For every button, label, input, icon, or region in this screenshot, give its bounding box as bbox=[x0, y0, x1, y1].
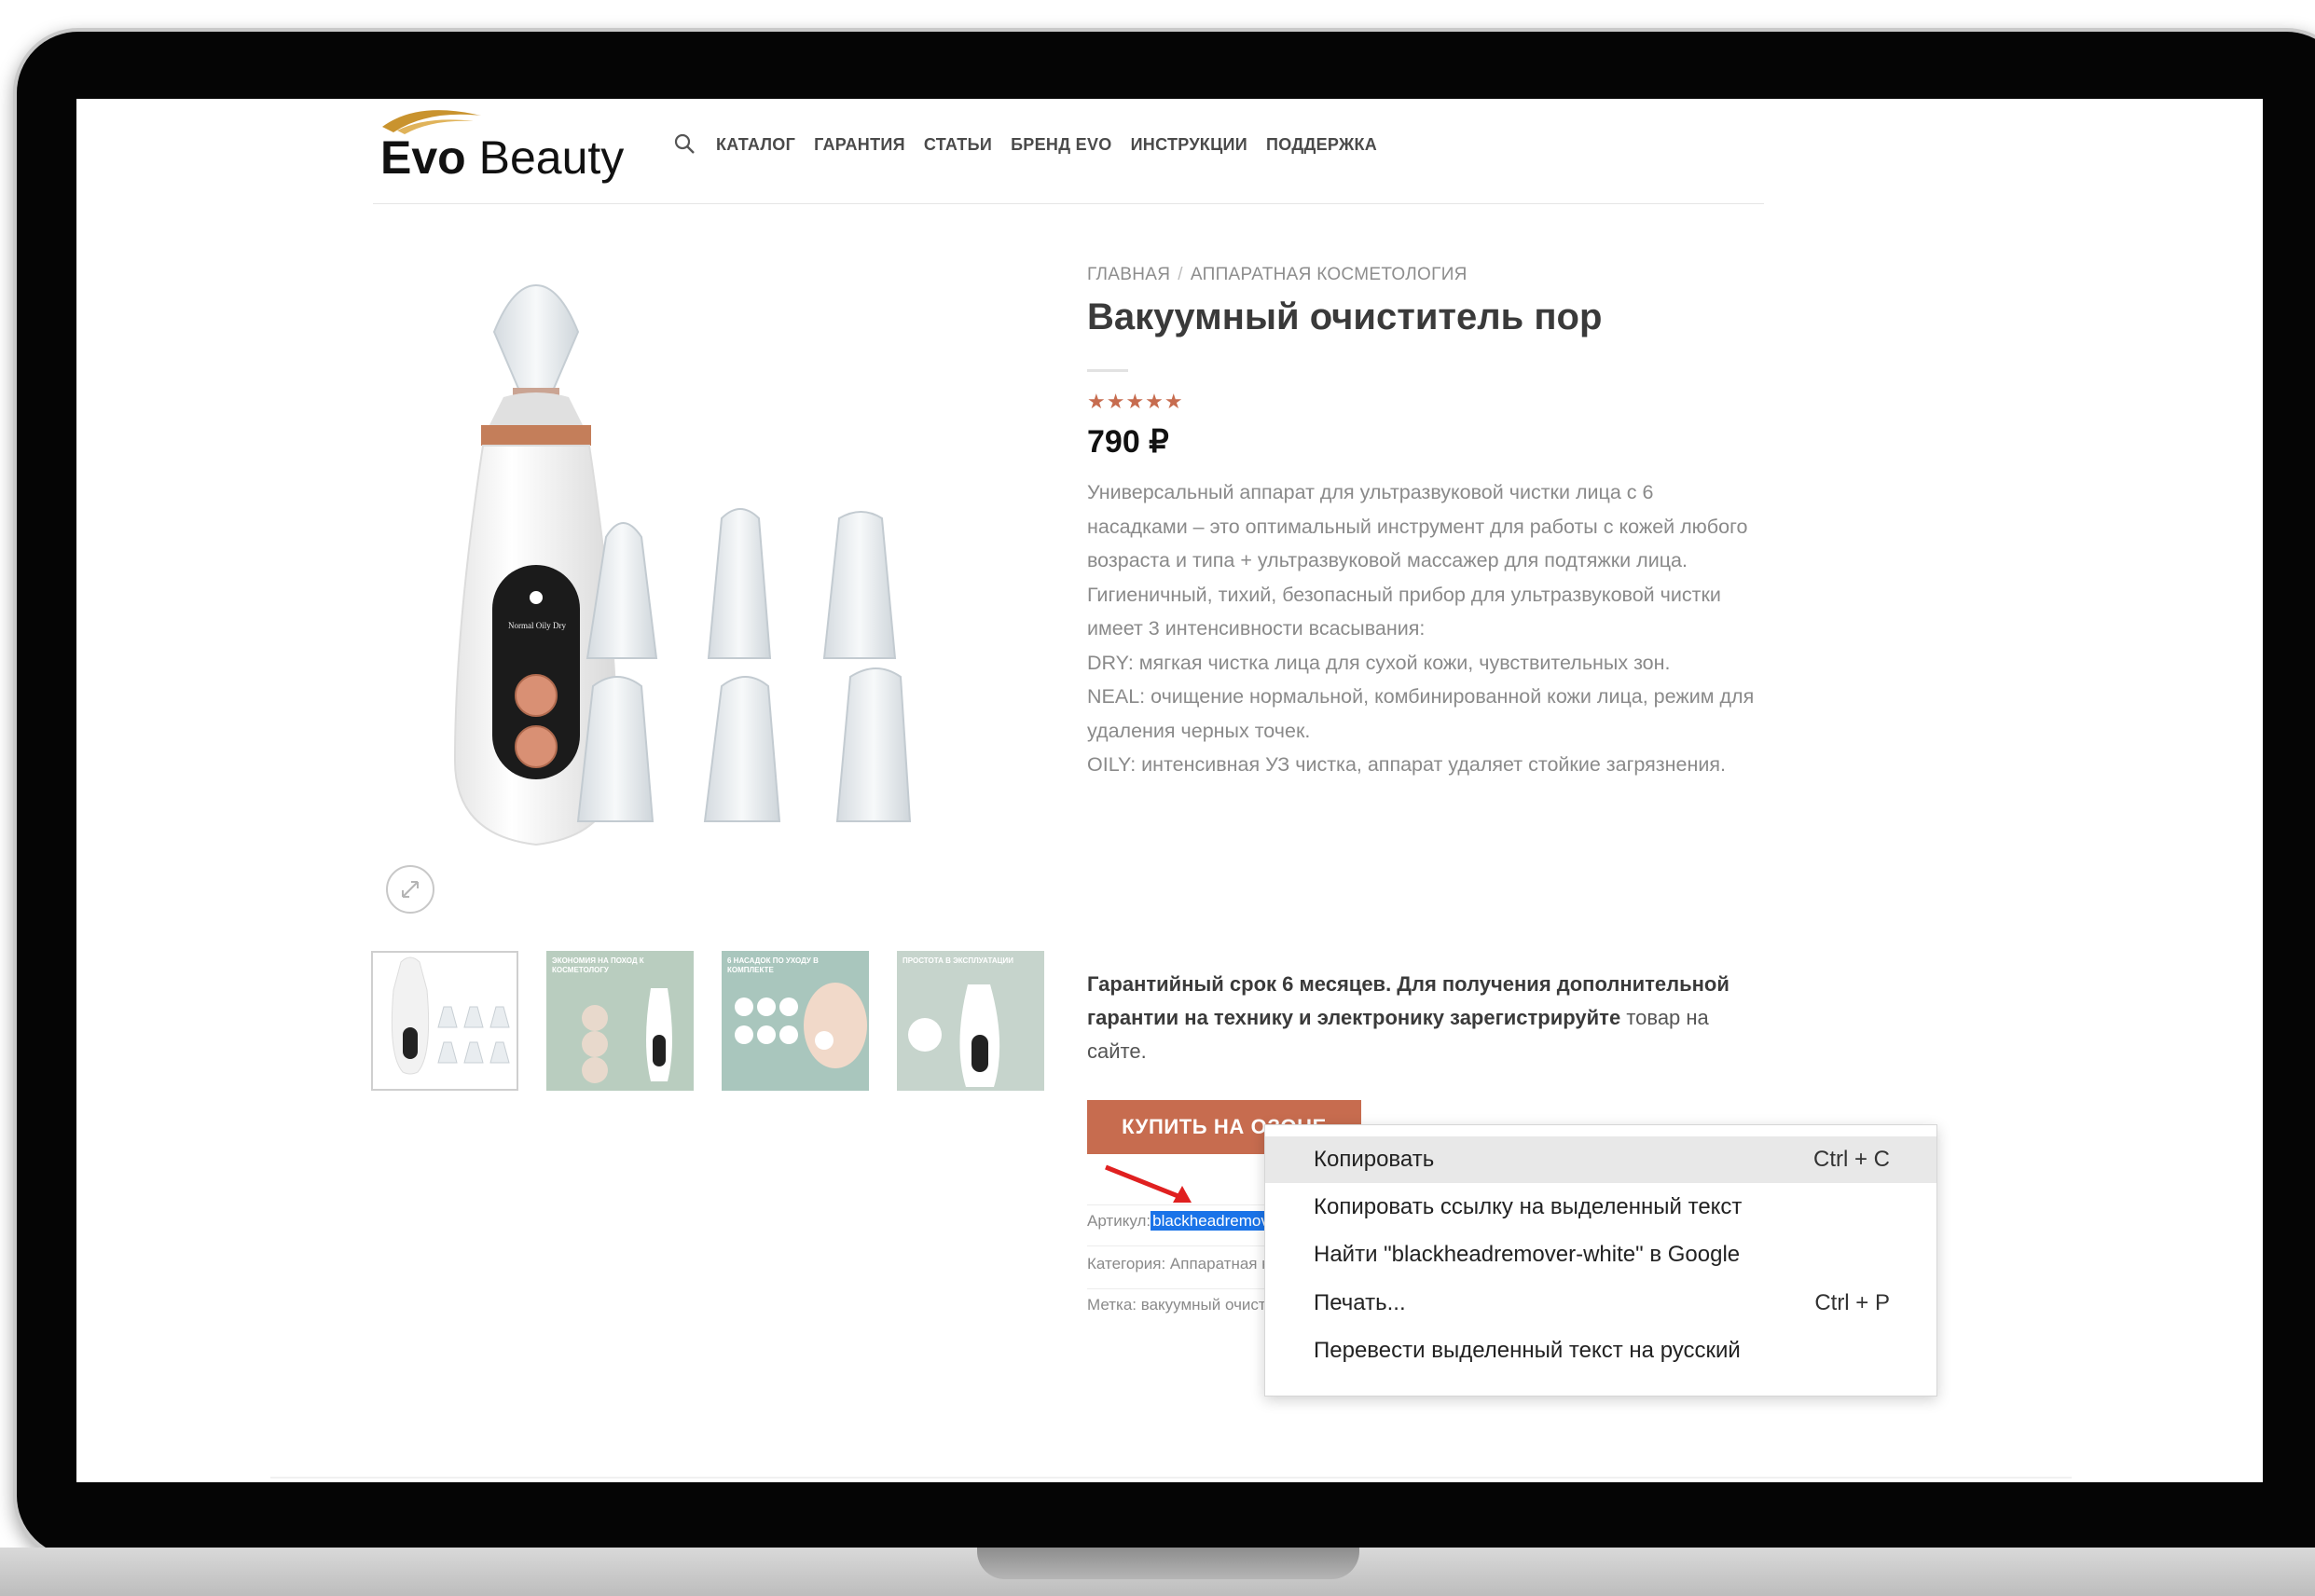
header-divider bbox=[373, 203, 1764, 204]
logo-bold-text: Evo bbox=[380, 131, 466, 184]
context-menu-copy-link[interactable]: Копировать ссылку на выделенный текст bbox=[1265, 1184, 1936, 1231]
nav-item-catalog[interactable]: КАТАЛОГ bbox=[716, 135, 795, 155]
product-main-image[interactable]: Normal Oily Dry bbox=[373, 276, 1044, 1022]
nav-item-instructions[interactable]: ИНСТРУКЦИИ bbox=[1131, 135, 1247, 155]
zoom-icon[interactable] bbox=[386, 865, 434, 914]
description-paragraph: Универсальный аппарат для ультразвуковой… bbox=[1087, 481, 1748, 640]
red-arrow-annotation bbox=[1105, 1164, 1192, 1203]
content-bottom-divider bbox=[270, 1477, 2072, 1479]
thumbnail-4[interactable]: ПРОСТОТА В ЭКСПЛУАТАЦИИ bbox=[897, 951, 1044, 1091]
main-nav: КАТАЛОГ ГАРАНТИЯ СТАТЬИ БРЕНД EVO ИНСТРУ… bbox=[673, 132, 1377, 157]
laptop-notch bbox=[977, 1548, 1359, 1579]
sku-label: Артикул: bbox=[1087, 1212, 1151, 1230]
context-menu-search-google-label: Найти "blackheadremover-white" в Google bbox=[1314, 1242, 1741, 1267]
description-oily: OILY: интенсивная УЗ чистка, аппарат уда… bbox=[1087, 753, 1726, 776]
thumbnail-1[interactable] bbox=[371, 951, 518, 1091]
context-menu: Копировать Ctrl + C Копировать ссылку на… bbox=[1264, 1124, 1937, 1396]
nav-item-brand[interactable]: БРЕНД EVO bbox=[1011, 135, 1112, 155]
warranty-note: Гарантийный срок 6 месяцев. Для получени… bbox=[1087, 968, 1758, 1068]
context-menu-translate[interactable]: Перевести выделенный текст на русский bbox=[1265, 1328, 1936, 1374]
site-logo[interactable]: Evo Beauty bbox=[380, 99, 651, 192]
context-menu-copy[interactable]: Копировать Ctrl + C bbox=[1265, 1136, 1936, 1183]
nav-item-support[interactable]: ПОДДЕРЖКА bbox=[1266, 135, 1377, 155]
context-menu-copy-link-label: Копировать ссылку на выделенный текст bbox=[1314, 1194, 1743, 1219]
product-price: 790 ₽ bbox=[1087, 424, 1169, 460]
breadcrumb-category[interactable]: АППАРАТНАЯ КОСМЕТОЛОГИЯ bbox=[1191, 265, 1468, 284]
thumbnail-gallery: ЭКОНОМИЯ НА ПОХОД К КОСМЕТОЛОГУ 6 НАСАДО… bbox=[371, 951, 1044, 1091]
nav-item-articles[interactable]: СТАТЬИ bbox=[924, 135, 992, 155]
context-menu-print[interactable]: Печать... Ctrl + P bbox=[1265, 1280, 1936, 1327]
logo-light-text: Beauty bbox=[478, 131, 625, 184]
thumbnail-3[interactable]: 6 НАСАДОК ПО УХОДУ В КОМПЛЕКТЕ bbox=[722, 951, 869, 1091]
product-title: Вакуумный очиститель пор bbox=[1087, 296, 1603, 337]
rating-stars: ★★★★★ bbox=[1087, 390, 1184, 413]
description-neal: NEAL: очищение нормальной, комбинированн… bbox=[1087, 685, 1755, 742]
description-dry: DRY: мягкая чистка лица для сухой кожи, … bbox=[1087, 651, 1671, 674]
context-menu-print-label: Печать... bbox=[1314, 1290, 1406, 1315]
breadcrumb: ГЛАВНАЯ / АППАРАТНАЯ КОСМЕТОЛОГИЯ bbox=[1087, 265, 1468, 285]
context-menu-print-shortcut: Ctrl + P bbox=[1814, 1290, 1890, 1315]
context-menu-copy-shortcut: Ctrl + C bbox=[1812, 1147, 1890, 1172]
search-icon[interactable] bbox=[673, 132, 697, 157]
nav-item-warranty[interactable]: ГАРАНТИЯ bbox=[814, 135, 905, 155]
breadcrumb-home[interactable]: ГЛАВНАЯ bbox=[1087, 265, 1170, 284]
context-menu-translate-label: Перевести выделенный текст на русский bbox=[1314, 1338, 1741, 1363]
context-menu-search-google[interactable]: Найти "blackheadremover-white" в Google bbox=[1265, 1231, 1936, 1278]
thumbnail-2[interactable]: ЭКОНОМИЯ НА ПОХОД К КОСМЕТОЛОГУ bbox=[546, 951, 694, 1091]
title-divider bbox=[1087, 369, 1128, 372]
context-menu-copy-label: Копировать bbox=[1314, 1147, 1435, 1172]
product-description: Универсальный аппарат для ультразвуковой… bbox=[1087, 475, 1758, 782]
device-mode-labels: Normal Oily Dry bbox=[508, 621, 566, 630]
breadcrumb-separator: / bbox=[1178, 265, 1183, 284]
